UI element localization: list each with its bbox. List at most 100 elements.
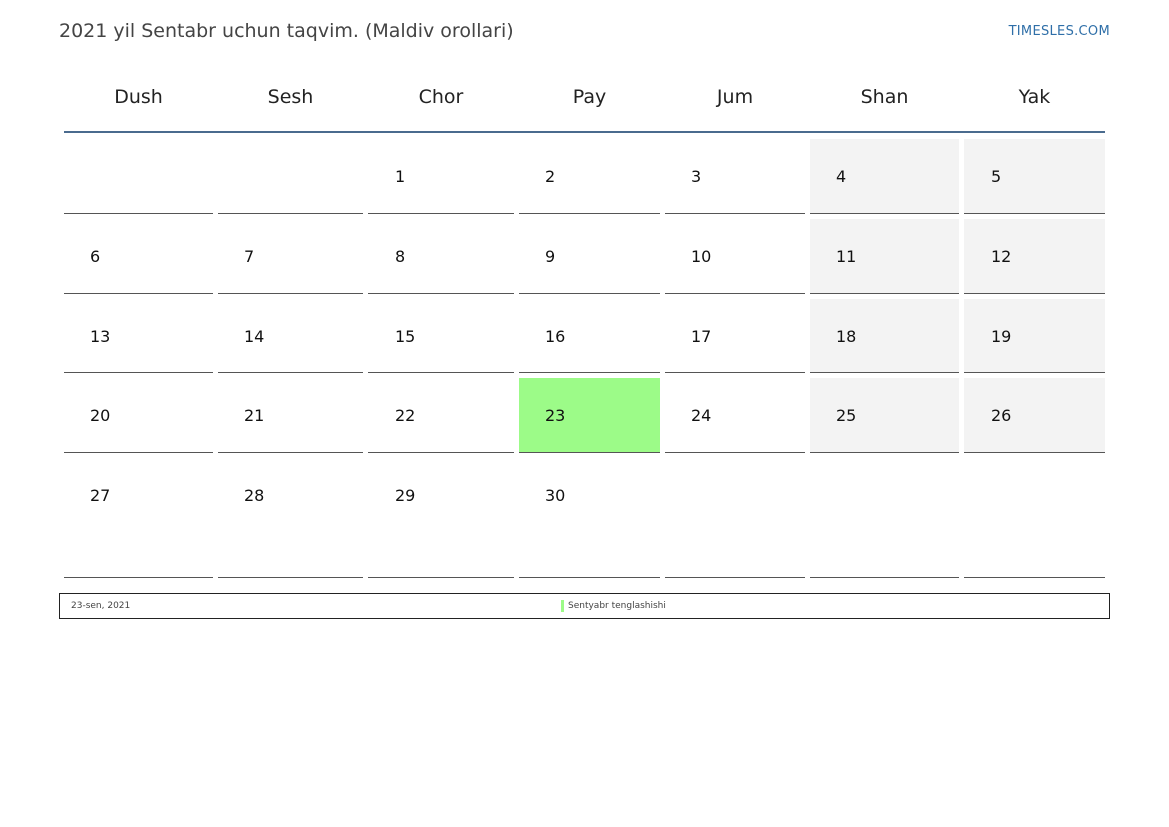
day-number: 28 [244,486,265,505]
day-cell[interactable]: 16 [519,299,660,373]
day-cell[interactable]: 21 [218,378,363,453]
cell-bottom-rule [519,213,660,214]
legend-date: 23-sen, 2021 [71,601,131,611]
site-link[interactable]: TIMESLES.COM [1009,24,1110,39]
cell-bottom-rule [368,452,514,453]
day-number: 6 [90,247,101,266]
day-cell[interactable]: 24 [665,378,805,453]
day-number: 19 [991,327,1012,346]
day-cell[interactable]: 18 [810,299,959,373]
day-cell[interactable]: 15 [368,299,514,373]
day-cell[interactable]: 5 [964,139,1105,214]
day-number: 9 [545,247,556,266]
legend-holiday-name: Sentyabr tenglashishi [568,601,666,611]
day-cell[interactable]: 10 [665,219,805,294]
weekday-label: Jum [716,86,754,108]
day-number: 20 [90,406,111,425]
day-cell[interactable]: 30 [519,458,660,578]
empty-day-cell [665,458,805,578]
day-cell[interactable]: 3 [665,139,805,214]
day-number: 24 [691,406,712,425]
day-number: 22 [395,406,416,425]
cell-bottom-rule [964,213,1105,214]
cell-bottom-rule [218,372,363,373]
day-cell[interactable]: 6 [64,219,213,294]
cell-bottom-rule [64,452,213,453]
day-number: 7 [244,247,255,266]
day-cell[interactable]: 4 [810,139,959,214]
day-cell[interactable]: 28 [218,458,363,578]
day-number: 29 [395,486,416,505]
day-cell[interactable]: 29 [368,458,514,578]
weekday-label: Shan [860,86,909,108]
holiday-legend: 23-sen, 2021 Sentyabr tenglashishi [59,593,1110,619]
cell-bottom-rule [519,293,660,294]
day-number: 25 [836,406,857,425]
cell-bottom-rule [665,293,805,294]
empty-day-cell [810,458,959,578]
day-number: 4 [836,167,847,186]
day-cell[interactable]: 22 [368,378,514,453]
weekday-label: Pay [572,86,607,108]
day-cell[interactable]: 8 [368,219,514,294]
empty-day-cell [218,139,363,214]
day-cell[interactable]: 1 [368,139,514,214]
cell-bottom-rule [665,452,805,453]
day-cell[interactable]: 19 [964,299,1105,373]
day-cell[interactable]: 9 [519,219,660,294]
day-cell[interactable]: 11 [810,219,959,294]
day-cell[interactable]: 20 [64,378,213,453]
cell-bottom-rule [665,577,805,578]
day-cell[interactable]: 2 [519,139,660,214]
day-cell[interactable]: 13 [64,299,213,373]
cell-bottom-rule [964,577,1105,578]
cell-bottom-rule [64,577,213,578]
day-cell[interactable]: 12 [964,219,1105,294]
weekday-label: Chor [418,86,464,108]
cell-bottom-rule [64,213,213,214]
day-number: 26 [991,406,1012,425]
day-cell-holiday[interactable]: 23 [519,378,660,453]
day-number: 10 [691,247,712,266]
cell-bottom-rule [810,577,959,578]
day-number: 23 [545,406,566,425]
day-number: 27 [90,486,111,505]
header-divider [64,131,1105,133]
cell-bottom-rule [64,293,213,294]
day-number: 21 [244,406,265,425]
cell-bottom-rule [964,372,1105,373]
day-number: 15 [395,327,416,346]
cell-bottom-rule [519,372,660,373]
cell-bottom-rule [665,372,805,373]
day-number: 18 [836,327,857,346]
cell-bottom-rule [810,372,959,373]
day-cell[interactable]: 26 [964,378,1105,453]
cell-bottom-rule [810,213,959,214]
day-cell[interactable]: 14 [218,299,363,373]
day-cell[interactable]: 17 [665,299,805,373]
cell-bottom-rule [810,452,959,453]
day-number: 16 [545,327,566,346]
day-cell[interactable]: 7 [218,219,363,294]
weekday-label: Sesh [267,86,314,108]
page-title: 2021 yil Sentabr uchun taqvim. (Maldiv o… [59,20,514,42]
cell-bottom-rule [368,213,514,214]
day-number: 12 [991,247,1012,266]
cell-bottom-rule [368,372,514,373]
day-cell[interactable]: 25 [810,378,959,453]
cell-bottom-rule [519,577,660,578]
day-number: 1 [395,167,406,186]
day-number: 3 [691,167,702,186]
cell-bottom-rule [368,293,514,294]
legend-color-swatch [561,600,564,612]
day-number: 2 [545,167,556,186]
cell-bottom-rule [218,452,363,453]
cell-bottom-rule [810,293,959,294]
day-number: 14 [244,327,265,346]
empty-day-cell [964,458,1105,578]
cell-bottom-rule [519,452,660,453]
cell-bottom-rule [368,577,514,578]
cell-bottom-rule [964,293,1105,294]
weekday-label: Dush [114,86,163,108]
day-cell[interactable]: 27 [64,458,213,578]
